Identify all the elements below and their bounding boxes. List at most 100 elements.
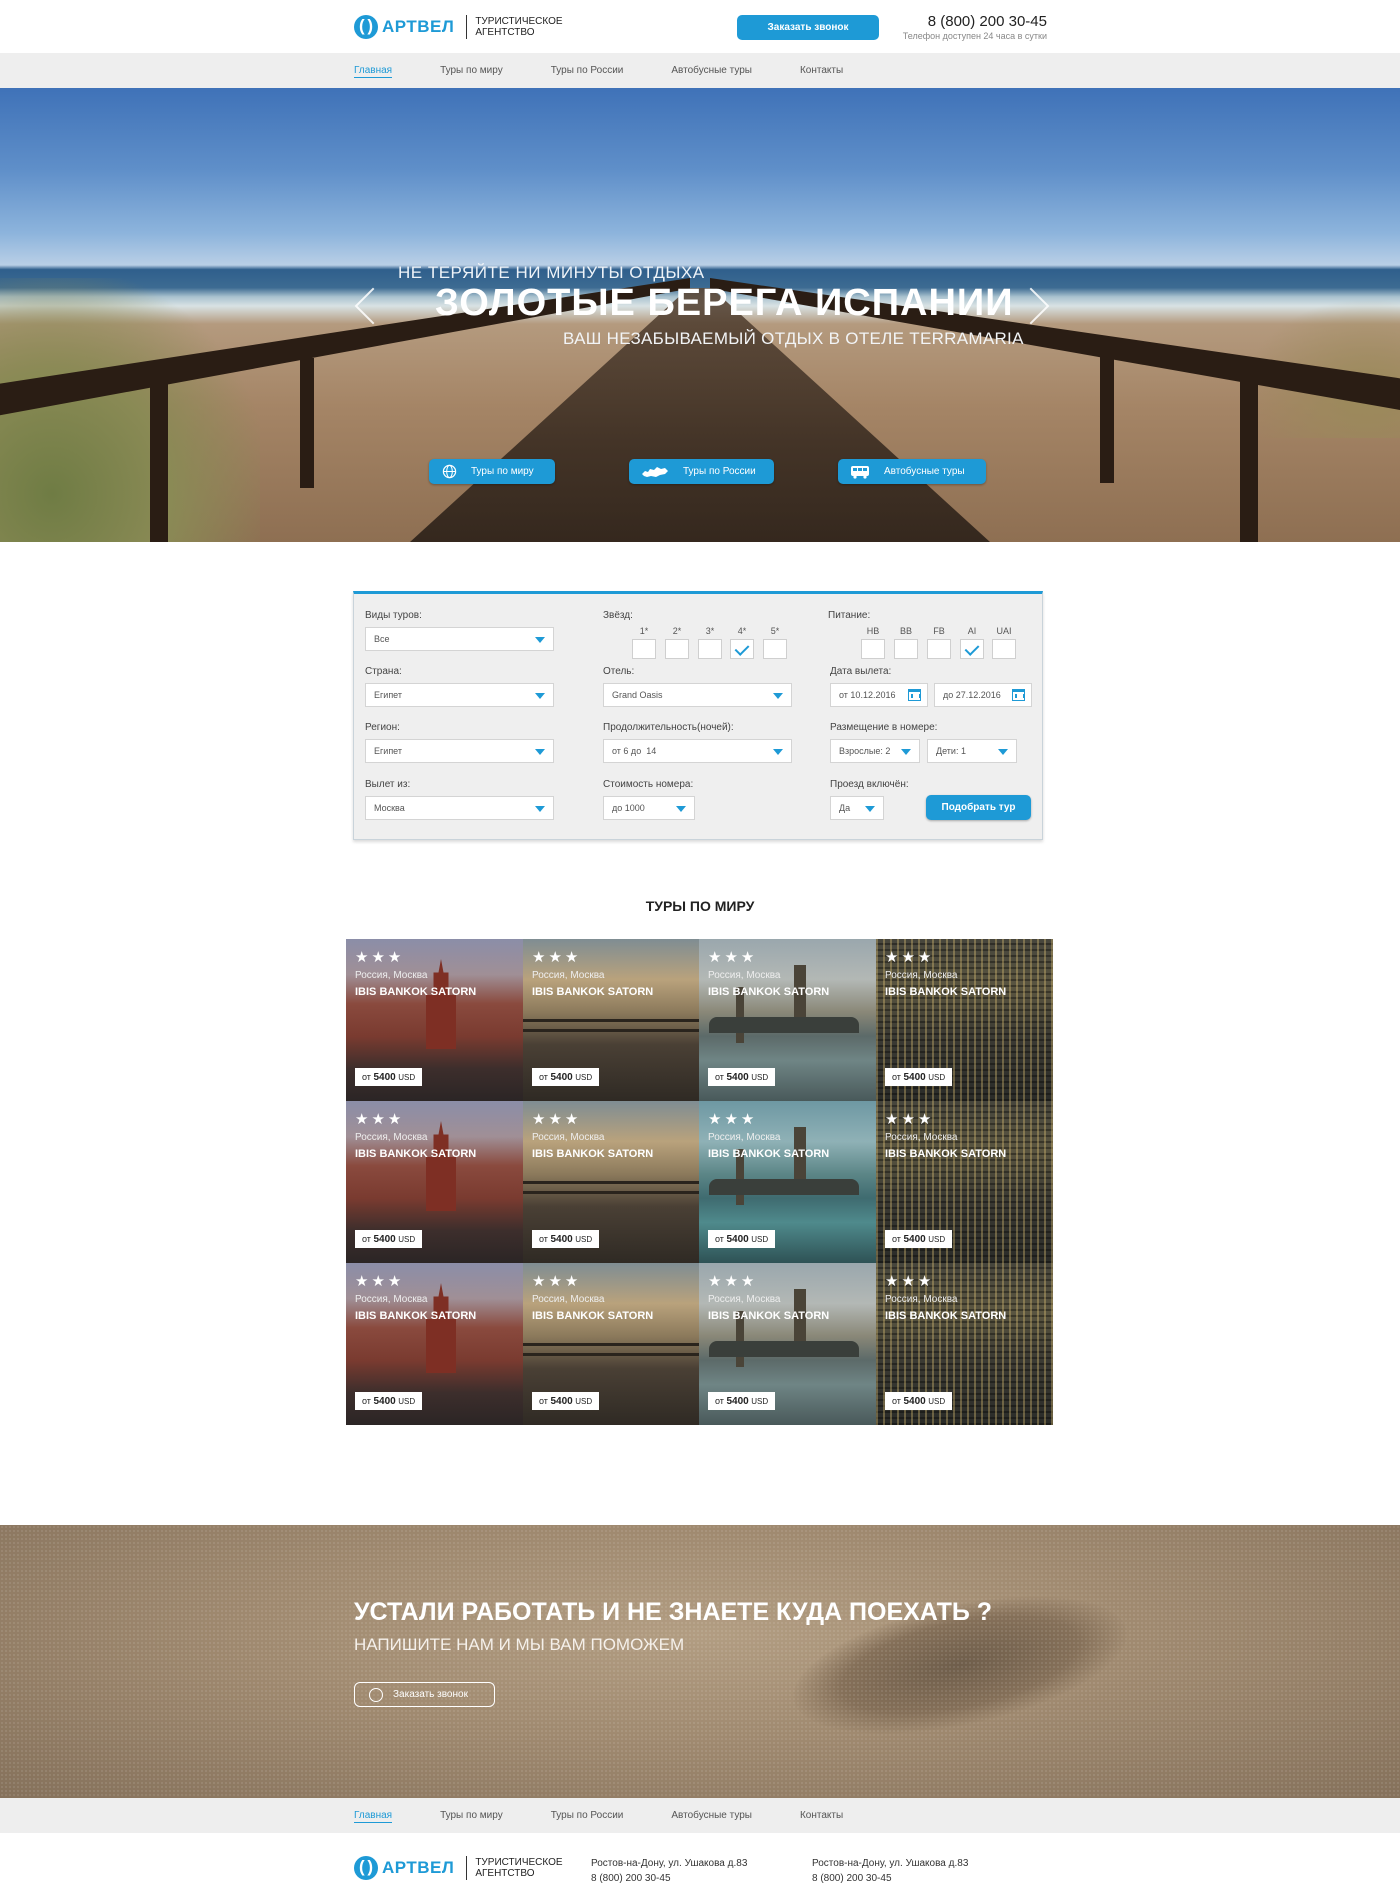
footer-phone[interactable]: 8 (800) 200 30-45 (812, 1871, 968, 1886)
region-label: Регион: (365, 722, 400, 733)
transfer-value: Да (839, 803, 851, 813)
room-cost-label: Стоимость номера: (603, 779, 694, 790)
price-value: 5400 (903, 1396, 926, 1407)
price-prefix: от (715, 1072, 724, 1082)
duration-value: от 6 до 14 (612, 746, 657, 756)
tour-card[interactable]: ★★★ Россия, Москва IBIS BANKOK SATORN от 54… (699, 1101, 876, 1263)
chevron-down-icon (535, 693, 545, 699)
logo-subtitle: ТУРИСТИЧЕСКОЕ АГЕНТСТВО (475, 1857, 563, 1879)
star-5-checkbox[interactable] (763, 639, 787, 659)
meal-fb-checkbox[interactable] (927, 639, 951, 659)
tour-card[interactable]: ★★★ Россия, Москва IBIS BANKOK SATORN от 54… (523, 1263, 700, 1425)
footer-address: Ростов-на-Дону, ул. Ушакова д.83 (812, 1858, 969, 1869)
nav-item-home[interactable]: Главная (354, 1798, 393, 1833)
duration-select[interactable]: от 6 до 14 (603, 739, 792, 763)
price-value: 5400 (373, 1072, 396, 1083)
nav-item-contacts[interactable]: Контакты (800, 53, 843, 88)
logo[interactable]: АРТВЕЛ ТУРИСТИЧЕСКОЕ АГЕНТСТВО (354, 15, 565, 39)
price-value: 5400 (726, 1396, 749, 1407)
tour-type-select[interactable]: Все (365, 627, 554, 651)
transfer-select[interactable]: Да (830, 796, 884, 820)
region-select[interactable]: Египет (365, 739, 554, 763)
price-value: 5400 (550, 1234, 573, 1245)
logo-name: АРТВЕЛ (382, 17, 455, 36)
tour-card[interactable]: ★★★ Россия, Москва IBIS BANKOK SATORN от 54… (523, 939, 700, 1101)
adults-select[interactable]: Взрослые: 2 (830, 739, 920, 763)
tour-card[interactable]: ★★★ Россия, Москва IBIS BANKOK SATORN от 54… (346, 1101, 523, 1263)
tour-hotel-name: IBIS BANKOK SATORN (708, 986, 830, 998)
phone-number[interactable]: 8 (800) 200 30-45 (903, 13, 1047, 30)
tour-card[interactable]: ★★★ Россия, Москва IBIS BANKOK SATORN от 54… (876, 1263, 1053, 1425)
nav-item-world-tours[interactable]: Туры по миру (440, 53, 503, 88)
nav-item-bus-tours[interactable]: Автобусные туры (671, 53, 752, 88)
nav-item-russia-tours[interactable]: Туры по России (551, 53, 624, 88)
tour-price-badge: от 5400 USD (532, 1392, 600, 1410)
meal-bb-checkbox[interactable] (894, 639, 918, 659)
tour-card[interactable]: ★★★ Россия, Москва IBIS BANKOK SATORN от 54… (699, 1263, 876, 1425)
rating-stars: ★★★ (708, 1111, 758, 1128)
slider-next-icon[interactable] (1012, 287, 1050, 325)
footer-logo[interactable]: АРТВЕЛ ТУРИСТИЧЕСКОЕ АГЕНТСТВО (354, 1856, 565, 1880)
meal-hb-checkbox[interactable] (861, 639, 885, 659)
nav-item-bus-tours[interactable]: Автобусные туры (671, 1798, 752, 1833)
calendar-icon[interactable] (1012, 689, 1025, 701)
price-prefix: от (539, 1072, 548, 1082)
nav-item-russia-tours[interactable]: Туры по России (551, 1798, 624, 1833)
meal-uai-checkbox[interactable] (992, 639, 1016, 659)
meals-label: Питание: (828, 610, 871, 621)
tour-price-badge: от 5400 USD (708, 1392, 776, 1410)
footer-phone[interactable]: 8 (800) 200 30-45 (591, 1871, 747, 1886)
meal-ai-checkbox[interactable] (960, 639, 984, 659)
hero-button-label: Автобусные туры (884, 466, 965, 477)
tour-card[interactable]: ★★★ Россия, Москва IBIS BANKOK SATORN от 54… (346, 939, 523, 1101)
departure-select[interactable]: Москва (365, 796, 554, 820)
cta-callback-button[interactable]: Заказать звонок (354, 1682, 495, 1707)
logo-separator (466, 15, 468, 39)
tour-card[interactable]: ★★★ Россия, Москва IBIS BANKOK SATORN от 54… (346, 1263, 523, 1425)
room-cost-select[interactable]: до 1000 (603, 796, 695, 820)
tour-location: Россия, Москва (708, 970, 781, 981)
nav-item-world-tours[interactable]: Туры по миру (440, 1798, 503, 1833)
hero-button-label: Туры по миру (471, 466, 534, 477)
nav-item-home[interactable]: Главная (354, 53, 393, 88)
hero-post (1100, 353, 1114, 483)
slider-prev-icon[interactable] (354, 287, 392, 325)
transfer-label: Проезд включён: (830, 779, 909, 790)
hero-russia-tours-button[interactable]: Туры по России (629, 459, 774, 484)
logo-mark-icon (354, 1856, 378, 1880)
rating-stars: ★★★ (885, 949, 935, 966)
country-select[interactable]: Египет (365, 683, 554, 707)
meal-option-label: UAI (996, 626, 1012, 636)
date-to-input[interactable]: до 27.12.2016 (934, 683, 1032, 707)
rating-stars: ★★★ (355, 1273, 405, 1290)
tour-hotel-name: IBIS BANKOK SATORN (885, 986, 1007, 998)
hero-bus-tours-button[interactable]: Автобусные туры (838, 459, 986, 484)
tour-price-badge: от 5400 USD (532, 1230, 600, 1248)
tour-hotel-name: IBIS BANKOK SATORN (708, 1310, 830, 1322)
tour-card[interactable]: ★★★ Россия, Москва IBIS BANKOK SATORN от 54… (876, 939, 1053, 1101)
footer-contact: Ростов-на-Дону, ул. Ушакова д.83 8 (800)… (812, 1856, 968, 1886)
star-3-checkbox[interactable] (698, 639, 722, 659)
dates-label: Дата вылета: (830, 666, 892, 677)
nav-item-contacts[interactable]: Контакты (800, 1798, 843, 1833)
star-4-checkbox[interactable] (730, 639, 754, 659)
tour-hotel-name: IBIS BANKOK SATORN (355, 986, 477, 998)
tour-card[interactable]: ★★★ Россия, Москва IBIS BANKOK SATORN от 54… (523, 1101, 700, 1263)
tour-card[interactable]: ★★★ Россия, Москва IBIS BANKOK SATORN от 54… (876, 1101, 1053, 1263)
children-select[interactable]: Дети: 1 (927, 739, 1017, 763)
hotel-select[interactable]: Grand Oasis (603, 683, 792, 707)
callback-button[interactable]: Заказать звонок (737, 15, 879, 40)
price-prefix: от (539, 1396, 548, 1406)
hero-subtitle: НЕ ТЕРЯЙТЕ НИ МИНУТЫ ОТДЫХА (398, 263, 705, 282)
calendar-icon[interactable] (908, 689, 921, 701)
logo-separator (466, 1856, 468, 1880)
star-option-label: 5* (770, 626, 780, 636)
star-1-checkbox[interactable] (632, 639, 656, 659)
country-label: Страна: (365, 666, 402, 677)
find-tour-button[interactable]: Подобрать тур (926, 795, 1031, 820)
tour-card[interactable]: ★★★ Россия, Москва IBIS BANKOK SATORN от 54… (699, 939, 876, 1101)
date-from-input[interactable]: от 10.12.2016 (830, 683, 928, 707)
hero-world-tours-button[interactable]: Туры по миру (429, 459, 555, 484)
meal-option-label: FB (933, 626, 945, 636)
star-2-checkbox[interactable] (665, 639, 689, 659)
